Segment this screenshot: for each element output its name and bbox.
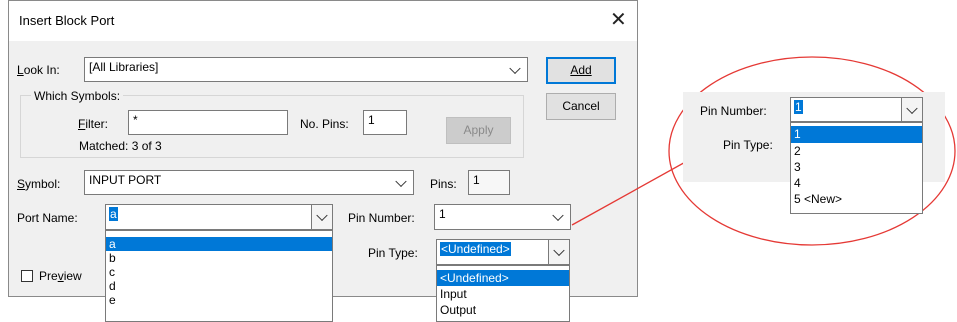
list-item[interactable]: 3: [791, 159, 922, 175]
list-item[interactable]: 2: [791, 143, 922, 159]
chevron-down-icon: [906, 102, 918, 114]
zoom-pin-number-dropdown-list: 1 2 3 4 5 <New>: [790, 122, 923, 214]
list-item[interactable]: 4: [791, 175, 922, 191]
zoom-pin-number-value: 1: [794, 100, 803, 114]
list-item[interactable]: 1: [791, 126, 922, 143]
list-item[interactable]: 5 <New>: [791, 191, 922, 207]
dropdown-button[interactable]: [901, 98, 922, 121]
zoom-pin-type-label: Pin Type:: [723, 138, 773, 152]
zoom-pin-number-label: Pin Number:: [700, 104, 767, 118]
zoom-pin-number-combobox[interactable]: 1: [790, 97, 923, 122]
